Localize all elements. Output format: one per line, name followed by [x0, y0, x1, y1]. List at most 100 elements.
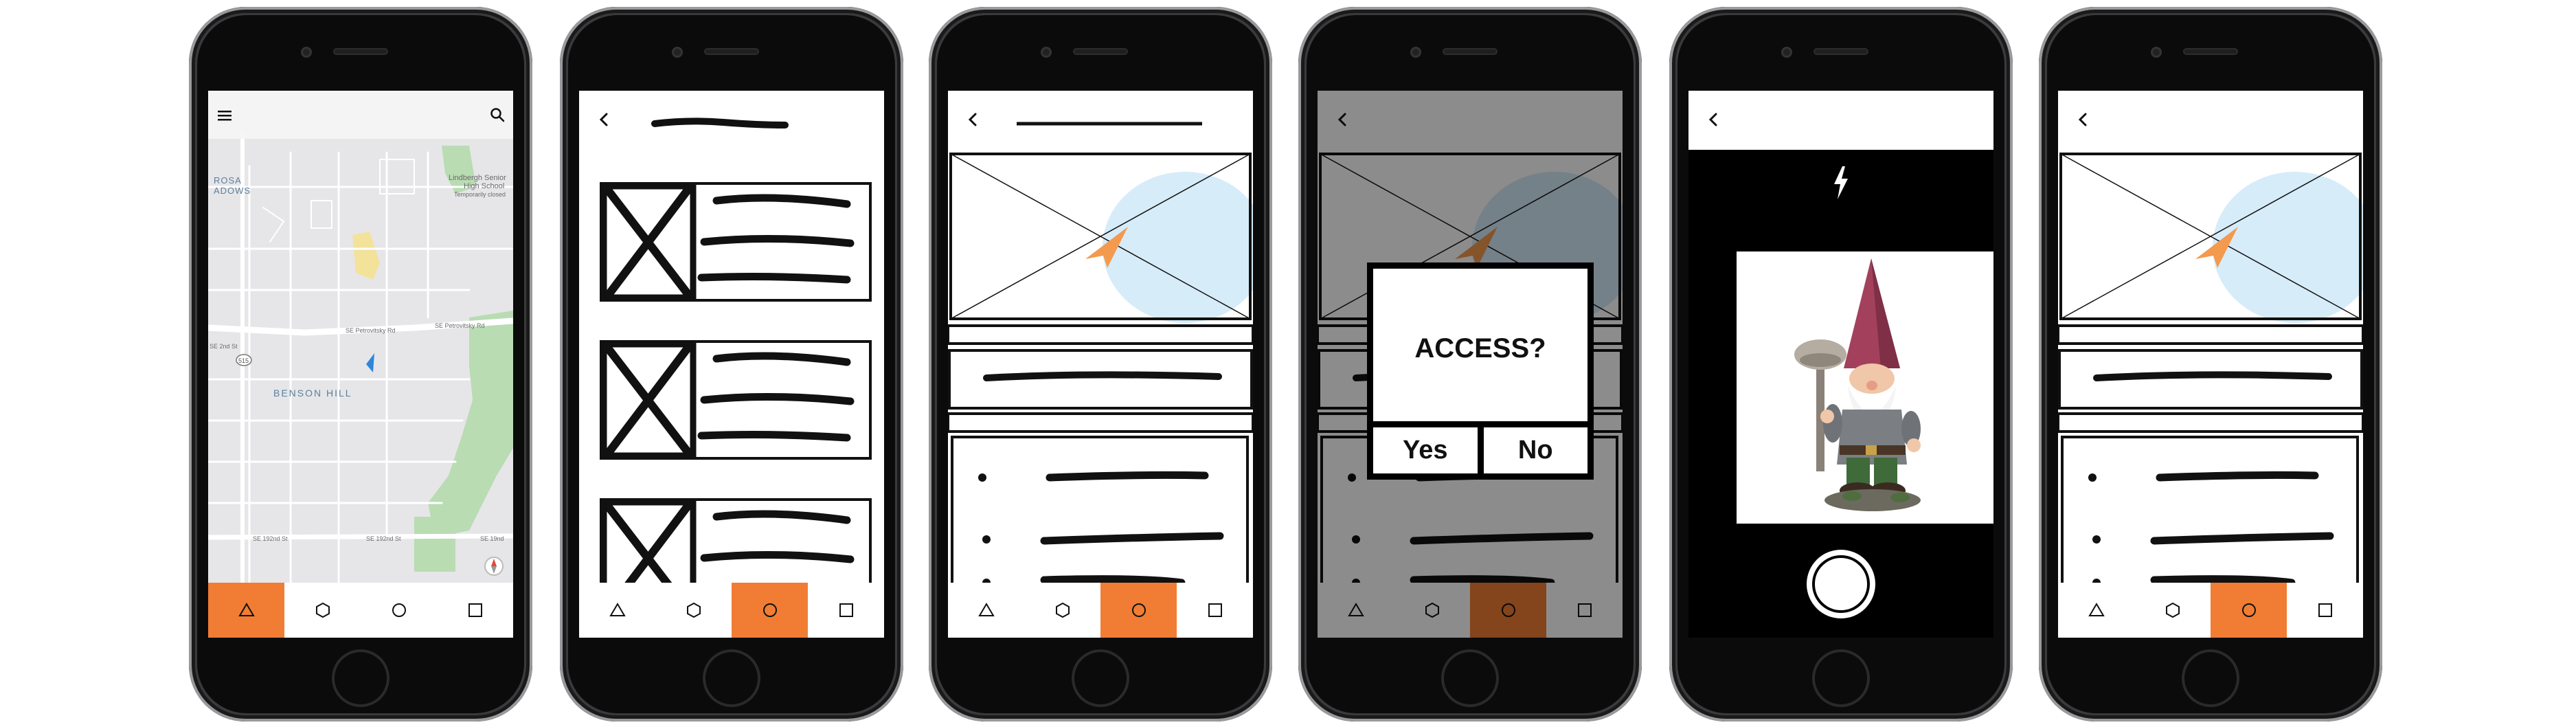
list-screen	[579, 91, 884, 638]
tab-bar	[579, 583, 884, 638]
hexagon-icon	[1055, 602, 1070, 618]
tab-circle[interactable]	[361, 583, 437, 638]
list-item[interactable]	[600, 182, 872, 302]
triangle-icon	[609, 603, 626, 616]
map-view[interactable]: ROSA ADOWS BENSON HILL Lindbergh Senior …	[208, 91, 513, 638]
map-label-benson-hill: BENSON HILL	[273, 388, 352, 399]
tab-square[interactable]	[2287, 583, 2363, 638]
bullet-list	[951, 436, 1249, 583]
tab-triangle[interactable]	[2058, 583, 2134, 638]
tab-hexagon[interactable]	[1024, 583, 1100, 638]
map-screen: ROSA ADOWS BENSON HILL Lindbergh Senior …	[208, 91, 513, 638]
search-icon[interactable]	[490, 107, 505, 122]
hexagon-icon	[2165, 602, 2180, 618]
dialog-screen: ACCESS? Yes No	[1318, 91, 1623, 638]
park-bottom	[414, 517, 455, 572]
back-button[interactable]	[1704, 110, 1723, 129]
tab-hexagon[interactable]	[655, 583, 732, 638]
home-button[interactable]	[2182, 649, 2239, 707]
compass-icon[interactable]	[484, 557, 504, 576]
lightning-icon[interactable]	[1833, 166, 1849, 199]
earpiece	[333, 48, 388, 55]
square-icon	[468, 603, 482, 617]
list-item[interactable]	[600, 498, 872, 583]
tab-circle[interactable]	[732, 583, 808, 638]
home-button[interactable]	[1812, 649, 1870, 707]
hexagon-icon	[315, 602, 330, 618]
square-icon	[2318, 603, 2332, 617]
map-label-rosa: ROSA	[214, 175, 242, 186]
tab-square[interactable]	[437, 583, 513, 638]
title-placeholder	[651, 118, 789, 128]
map-label-street-192-2: SE 192nd St	[366, 535, 401, 542]
triangle-icon	[238, 603, 255, 616]
phone-map: ROSA ADOWS BENSON HILL Lindbergh Senior …	[189, 7, 532, 722]
detail-wireframe	[948, 122, 1253, 583]
circle-icon	[762, 603, 777, 617]
detail-screen	[948, 91, 1253, 638]
hexagon-icon	[686, 602, 701, 618]
earpiece	[1073, 48, 1128, 55]
access-dialog: ACCESS? Yes No	[1367, 262, 1594, 480]
menu-icon[interactable]	[218, 110, 231, 121]
chevron-left-icon	[1708, 113, 1717, 126]
camera-header	[1688, 91, 1993, 150]
tab-circle[interactable]	[1100, 583, 1177, 638]
front-camera	[1041, 47, 1052, 58]
home-button[interactable]	[1441, 649, 1499, 707]
home-button[interactable]	[1072, 649, 1129, 707]
circle-icon	[1131, 603, 1146, 617]
shutter-button[interactable]	[1807, 550, 1875, 618]
earpiece	[1814, 48, 1868, 55]
bullet-list	[2061, 436, 2359, 583]
dialog-buttons: Yes No	[1373, 421, 1588, 473]
tab-triangle[interactable]	[948, 583, 1024, 638]
front-camera	[301, 47, 312, 58]
phone-camera	[1669, 7, 2013, 722]
home-button[interactable]	[332, 649, 389, 707]
map-label-street-1: SE Petrovitsky Rd	[346, 327, 396, 334]
phone-detail-result	[2039, 7, 2382, 722]
tab-circle[interactable]	[2211, 583, 2287, 638]
tab-bar	[948, 583, 1253, 638]
square-icon	[1208, 603, 1222, 617]
tab-triangle[interactable]	[579, 583, 655, 638]
yes-button[interactable]: Yes	[1373, 427, 1478, 473]
detail-screen	[2058, 91, 2363, 638]
phone-access-dialog: ACCESS? Yes No	[1298, 7, 1642, 722]
earpiece	[704, 48, 759, 55]
front-camera	[2151, 47, 2162, 58]
tab-square[interactable]	[808, 583, 884, 638]
map-label-school-line2: High School	[464, 182, 504, 190]
tab-square[interactable]	[1177, 583, 1253, 638]
svg-text:515: 515	[238, 357, 249, 364]
front-camera	[672, 47, 683, 58]
map-label-street-192-1: SE 192nd St	[253, 535, 288, 542]
map-label-street-2: SE Petrovitsky Rd	[435, 322, 485, 329]
circle-icon	[2241, 603, 2256, 617]
home-button[interactable]	[703, 649, 760, 707]
list-item[interactable]	[600, 340, 872, 460]
tab-bar	[208, 583, 513, 638]
tab-hexagon[interactable]	[2134, 583, 2211, 638]
square-icon	[839, 603, 853, 617]
front-camera	[1410, 47, 1421, 58]
no-button[interactable]: No	[1477, 427, 1588, 473]
phone-list	[560, 7, 903, 722]
map-header	[208, 91, 513, 139]
map-label-meadows: ADOWS	[214, 186, 251, 196]
front-camera	[1781, 47, 1792, 58]
dialog-title: ACCESS?	[1414, 333, 1546, 364]
map-label-school-line1: Lindbergh Senior	[449, 174, 506, 182]
list-wireframe	[600, 118, 872, 583]
triangle-icon	[978, 603, 995, 616]
camera-screen	[1688, 91, 1993, 638]
tab-hexagon[interactable]	[284, 583, 361, 638]
map-label-school-line3: Temporarily closed	[454, 191, 506, 198]
earpiece	[2183, 48, 2238, 55]
map-label-street-left: SE 2nd St	[210, 343, 238, 350]
detail-wireframe	[2058, 150, 2363, 583]
tab-triangle[interactable]	[208, 583, 284, 638]
gnome-photo	[1794, 258, 1921, 511]
circle-icon	[392, 603, 406, 617]
